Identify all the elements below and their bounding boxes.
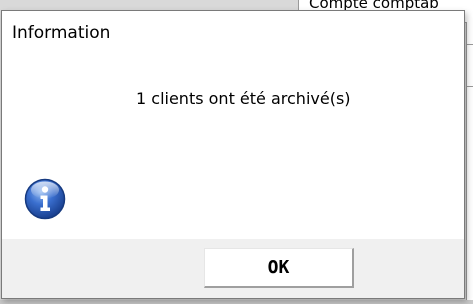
dialog-message: 1 clients ont été archivé(s)	[136, 89, 351, 108]
dialog-footer: OK	[2, 239, 464, 298]
ok-button-label: OK	[267, 257, 290, 278]
background-bottom-edge	[0, 300, 473, 304]
background-row-divider	[467, 44, 473, 45]
dialog-title: Information	[12, 23, 111, 43]
information-dialog: Information 1 clients ont été archivé(s)	[1, 10, 465, 299]
background-table-column	[466, 22, 473, 304]
dialog-titlebar[interactable]: Information	[2, 11, 464, 61]
background-row-divider	[467, 86, 473, 87]
dialog-content: 1 clients ont été archivé(s)	[2, 61, 464, 239]
information-icon	[24, 178, 66, 220]
ok-button[interactable]: OK	[204, 248, 354, 288]
